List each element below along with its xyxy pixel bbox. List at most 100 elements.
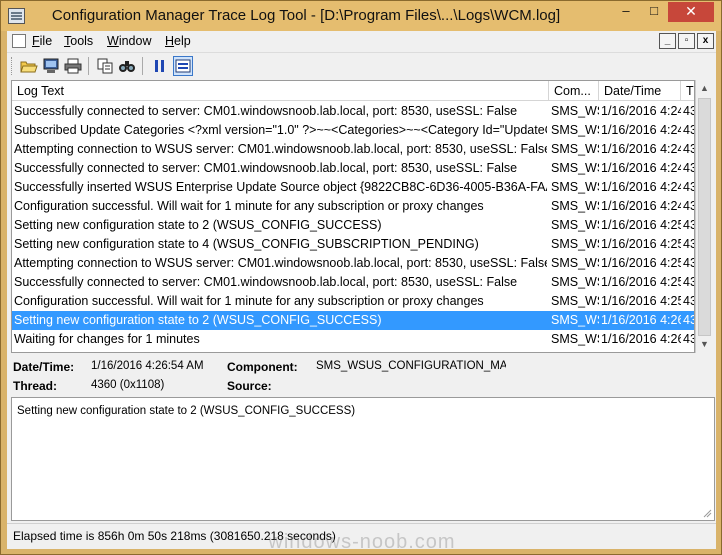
app-window: Configuration Manager Trace Log Tool - [… — [0, 0, 722, 555]
mdi-restore-button[interactable]: ▫ — [678, 33, 695, 49]
menu-file[interactable]: File — [32, 34, 52, 48]
column-header-component[interactable]: Com... — [549, 81, 599, 101]
log-text-cell: Waiting for changes for 1 minutes — [14, 332, 200, 346]
log-row[interactable]: Trigger event array index 0 ended.SMS_WS… — [12, 349, 694, 352]
maximize-button[interactable]: □ — [641, 2, 667, 22]
scroll-down-icon[interactable]: ▼ — [696, 336, 713, 353]
pause-icon[interactable] — [150, 56, 170, 76]
log-row[interactable]: Configuration successful. Will wait for … — [12, 197, 694, 216]
mdi-close-button[interactable]: x — [697, 33, 714, 49]
datetime-cell: 1/16/2016 4:26 — [601, 313, 681, 327]
thread-cell: 436 — [683, 199, 694, 213]
thread-cell: 436 — [683, 237, 694, 251]
component-cell: SMS_WS — [551, 142, 599, 156]
message-box[interactable]: Setting new configuration state to 2 (WS… — [11, 397, 715, 521]
log-row[interactable]: Setting new configuration state to 4 (WS… — [12, 235, 694, 254]
datetime-cell: 1/16/2016 4:25 — [601, 275, 681, 289]
thread-cell: 436 — [683, 161, 694, 175]
menu-help[interactable]: Help — [165, 34, 191, 48]
log-text-cell: Configuration successful. Will wait for … — [14, 199, 484, 213]
datetime-cell: 1/16/2016 4:26 — [599, 349, 681, 352]
datetime-cell: 1/16/2016 4:26 — [601, 332, 681, 346]
thread-value: 4360 (0x1108) — [91, 379, 165, 391]
client-area: File Tools Window Help _ ▫ x Log Text Co… — [7, 31, 716, 549]
component-cell: SMS_WS — [551, 313, 599, 327]
datetime-cell: 1/16/2016 4:24 — [601, 123, 681, 137]
highlight-icon[interactable] — [173, 56, 193, 76]
watermark: windows-noob.com — [268, 531, 456, 553]
resize-grip-icon[interactable] — [702, 508, 712, 518]
thread-cell: 436 — [683, 180, 694, 194]
log-row[interactable]: Subscribed Update Categories <?xml versi… — [12, 121, 694, 140]
copy-icon[interactable] — [95, 56, 115, 76]
column-header-datetime[interactable]: Date/Time — [599, 81, 681, 101]
datetime-cell: 1/16/2016 4:25 — [601, 218, 681, 232]
window-title: Configuration Manager Trace Log Tool - [… — [51, 7, 561, 24]
log-scrollbar[interactable]: ▲ ▼ — [695, 80, 712, 353]
title-bar[interactable]: Configuration Manager Trace Log Tool - [… — [1, 1, 721, 31]
open-folder-icon[interactable] — [19, 56, 39, 76]
mdi-minimize-button[interactable]: _ — [659, 33, 676, 49]
log-text-cell: Setting new configuration state to 4 (WS… — [14, 237, 479, 251]
datetime-value: 1/16/2016 4:26:54 AM — [91, 360, 204, 372]
thread-cell: 436 — [683, 218, 694, 232]
log-row[interactable]: Successfully connected to server: CM01.w… — [12, 273, 694, 292]
log-text-cell: Successfully inserted WSUS Enterprise Up… — [14, 180, 547, 194]
datetime-cell: 1/16/2016 4:25 — [601, 237, 681, 251]
log-row[interactable]: Successfully connected to server: CM01.w… — [12, 102, 694, 121]
print-icon[interactable] — [63, 56, 83, 76]
log-row[interactable]: Successfully connected to server: CM01.w… — [12, 159, 694, 178]
component-value: SMS_WSUS_CONFIGURATION_MANAG — [316, 360, 506, 372]
thread-cell: 436 — [683, 142, 694, 156]
thread-cell: 436 — [683, 275, 694, 289]
log-text-cell: Successfully connected to server: CM01.w… — [14, 275, 518, 289]
log-list[interactable]: Log Text Com... Date/Time T Successfully… — [11, 80, 695, 353]
component-cell: SMS_WS — [549, 349, 599, 352]
log-text-cell: Setting new configuration state to 2 (WS… — [14, 218, 382, 232]
thread-cell: 436 — [681, 349, 694, 352]
close-button[interactable]: ✕ — [668, 2, 714, 22]
column-header-thread[interactable]: T — [681, 81, 694, 101]
source-label: Source: — [227, 379, 272, 393]
datetime-label: Date/Time: — [13, 360, 75, 374]
component-cell: SMS_WS — [551, 332, 599, 346]
scroll-up-icon[interactable]: ▲ — [696, 80, 713, 97]
component-cell: SMS_WS — [551, 256, 599, 270]
component-label: Component: — [227, 360, 298, 374]
log-row[interactable]: Setting new configuration state to 2 (WS… — [12, 216, 694, 235]
component-cell: SMS_WS — [551, 294, 599, 308]
menu-bar: File Tools Window Help _ ▫ x — [7, 31, 716, 51]
thread-cell: 436 — [683, 294, 694, 308]
menu-tools-rest: ools — [70, 34, 94, 48]
find-icon[interactable] — [117, 56, 137, 76]
toolbar-grip[interactable] — [11, 57, 14, 75]
minimize-button[interactable]: – — [613, 2, 639, 22]
log-text-cell: Successfully connected to server: CM01.w… — [14, 104, 518, 118]
datetime-cell: 1/16/2016 4:24 — [601, 142, 681, 156]
log-row[interactable]: Attempting connection to WSUS server: CM… — [12, 254, 694, 273]
thread-label: Thread: — [13, 379, 58, 393]
menu-tools[interactable]: Tools — [64, 34, 93, 48]
log-row[interactable]: Attempting connection to WSUS server: CM… — [12, 140, 694, 159]
thread-cell: 436 — [683, 123, 694, 137]
column-header-log-text[interactable]: Log Text — [12, 81, 549, 101]
menu-window[interactable]: Window — [107, 34, 151, 48]
scroll-thumb[interactable] — [698, 98, 711, 336]
document-icon[interactable] — [12, 34, 26, 48]
component-cell: SMS_WS — [551, 275, 599, 289]
log-row[interactable]: Configuration successful. Will wait for … — [12, 292, 694, 311]
datetime-cell: 1/16/2016 4:25 — [601, 294, 681, 308]
log-row[interactable]: Setting new configuration state to 2 (WS… — [12, 311, 694, 330]
menu-help-rest: elp — [174, 34, 191, 48]
component-cell: SMS_WS — [551, 161, 599, 175]
thread-cell: 436 — [683, 332, 694, 346]
log-row[interactable]: Successfully inserted WSUS Enterprise Up… — [12, 178, 694, 197]
log-text-cell: Attempting connection to WSUS server: CM… — [14, 256, 547, 270]
log-row[interactable]: Waiting for changes for 1 minutes SMS_WS1… — [12, 330, 694, 349]
thread-cell: 436 — [683, 256, 694, 270]
datetime-cell: 1/16/2016 4:24 — [601, 180, 681, 194]
component-cell: SMS_WS — [551, 237, 599, 251]
component-cell: SMS_WS — [551, 218, 599, 232]
computer-icon[interactable] — [41, 56, 61, 76]
menu-file-rest: ile — [39, 34, 53, 48]
